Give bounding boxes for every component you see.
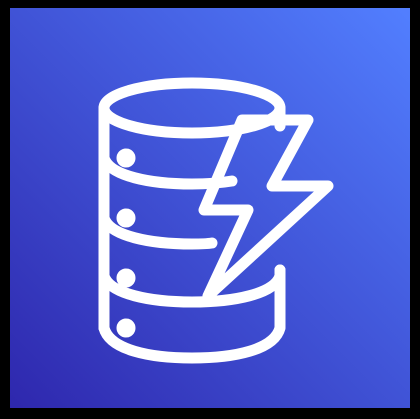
db-indicator-dot-2-icon	[116, 208, 136, 228]
db-indicator-dot-4-icon	[116, 318, 136, 338]
icon-frame	[0, 0, 420, 419]
database-lightning-icon	[98, 77, 334, 364]
db-indicator-dot-1-icon	[116, 148, 136, 168]
lightning-bolt-icon	[198, 114, 334, 302]
service-icon-tile	[10, 8, 410, 408]
db-indicator-dot-3-icon	[116, 268, 136, 288]
